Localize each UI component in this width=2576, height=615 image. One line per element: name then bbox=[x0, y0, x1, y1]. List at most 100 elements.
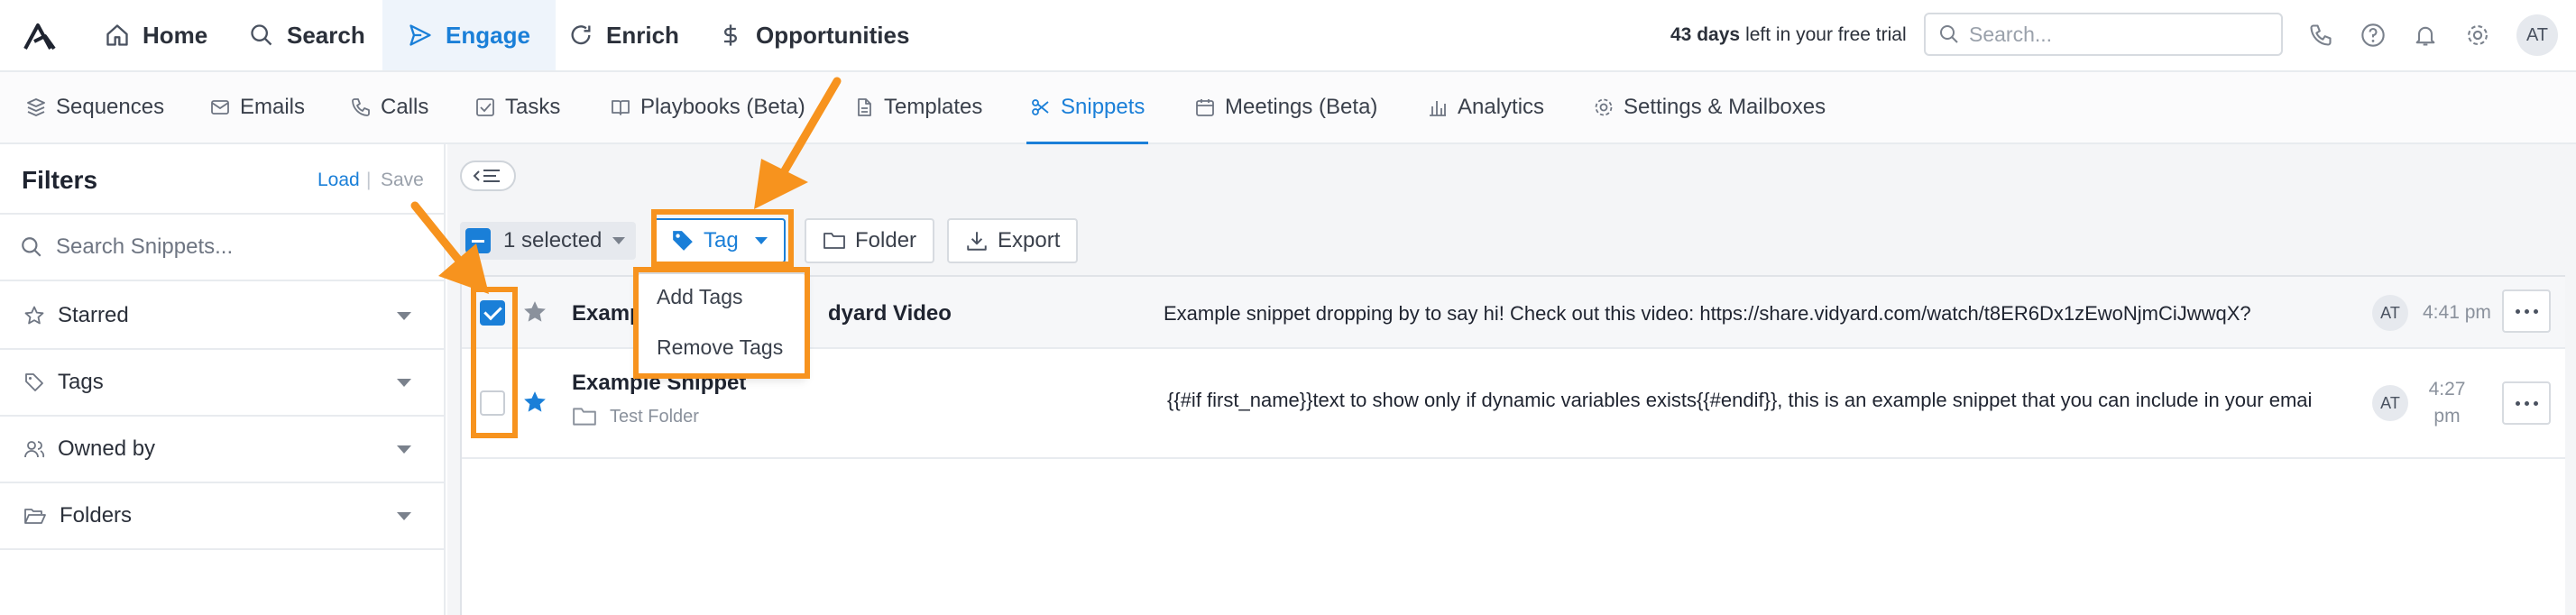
engage-subnav: Sequences Emails Calls Tasks Playbooks (… bbox=[0, 72, 2576, 144]
send-icon bbox=[409, 24, 431, 46]
phone-icon[interactable] bbox=[2305, 20, 2336, 50]
chevron-down-icon bbox=[397, 379, 411, 387]
tab-calls[interactable]: Calls bbox=[350, 72, 428, 142]
nav-engage[interactable]: Engage bbox=[382, 0, 556, 70]
document-icon bbox=[858, 98, 871, 116]
snippets-main: 1 selected Tag Folder Export Examp dyard… bbox=[447, 144, 2576, 615]
gear-icon bbox=[1595, 98, 1613, 116]
scissors-icon bbox=[1032, 99, 1049, 115]
sequences-icon bbox=[27, 98, 45, 116]
chevron-down-icon bbox=[397, 445, 411, 454]
chevron-down-icon bbox=[397, 312, 411, 320]
tab-meetings-label: Meetings (Beta) bbox=[1225, 95, 1378, 119]
tag-button-label: Tag bbox=[704, 228, 739, 252]
tab-sequences[interactable]: Sequences bbox=[25, 72, 164, 142]
tab-snippets[interactable]: Snippets bbox=[1026, 72, 1149, 144]
phone-icon bbox=[352, 98, 370, 116]
snippet-time: 4:41 pm bbox=[2423, 302, 2491, 323]
folder-icon bbox=[823, 233, 845, 249]
nav-enrich-label: Enrich bbox=[606, 21, 679, 49]
snippet-folder[interactable]: Test Folder bbox=[572, 405, 699, 428]
nav-engage-label: Engage bbox=[446, 21, 530, 49]
global-search[interactable] bbox=[1924, 13, 2283, 56]
help-icon[interactable] bbox=[2358, 20, 2388, 50]
filter-folders[interactable]: Folders bbox=[0, 483, 444, 550]
nav-opportunities[interactable]: Opportunities bbox=[718, 0, 909, 70]
folder-open-icon bbox=[24, 509, 46, 524]
filter-starred-label: Starred bbox=[58, 303, 129, 327]
nav-search[interactable]: Search bbox=[249, 0, 365, 70]
user-avatar[interactable]: AT bbox=[2516, 14, 2558, 56]
tab-templates-label: Templates bbox=[884, 95, 983, 119]
tab-snippets-label: Snippets bbox=[1061, 95, 1145, 119]
chevron-down-icon bbox=[754, 237, 768, 244]
filter-tags-label: Tags bbox=[58, 370, 104, 394]
top-navbar: Home Search Engage Enrich Opportunities … bbox=[0, 0, 2576, 72]
search-icon bbox=[1940, 25, 1958, 43]
tab-settings-mailboxes[interactable]: Settings & Mailboxes bbox=[1593, 72, 1826, 142]
snippet-search-input[interactable] bbox=[56, 234, 417, 260]
tab-analytics[interactable]: Analytics bbox=[1427, 72, 1544, 142]
tab-tasks[interactable]: Tasks bbox=[474, 72, 560, 142]
star-icon[interactable] bbox=[521, 389, 548, 416]
row-more-button[interactable] bbox=[2502, 289, 2551, 333]
menu-item-add-tags[interactable]: Add Tags bbox=[657, 285, 742, 309]
row-checkbox[interactable] bbox=[480, 390, 505, 416]
tag-dropdown-menu: Add Tags Remove Tags bbox=[637, 272, 806, 377]
mail-icon bbox=[211, 100, 229, 115]
nav-enrich[interactable]: Enrich bbox=[568, 0, 679, 70]
export-button[interactable]: Export bbox=[947, 218, 1079, 263]
user-icon bbox=[24, 441, 45, 458]
tab-templates[interactable]: Templates bbox=[853, 72, 982, 142]
snippet-name-suffix[interactable]: dyard Video bbox=[828, 301, 952, 326]
row-more-button[interactable] bbox=[2502, 381, 2551, 425]
trial-days: 43 days bbox=[1670, 24, 1741, 45]
folder-icon bbox=[573, 408, 596, 426]
tab-calls-label: Calls bbox=[381, 95, 429, 119]
filter-folders-label: Folders bbox=[60, 503, 133, 528]
calendar-icon bbox=[1196, 99, 1214, 116]
bell-icon[interactable] bbox=[2410, 20, 2441, 50]
selected-count: 1 selected bbox=[503, 228, 603, 252]
owner-avatar: AT bbox=[2372, 295, 2408, 331]
collapse-filters-button[interactable] bbox=[460, 161, 516, 191]
gear-icon[interactable] bbox=[2462, 20, 2493, 50]
snippet-time-line2: pm bbox=[2433, 406, 2461, 427]
refresh-icon bbox=[571, 25, 591, 45]
filter-owned-by-label: Owned by bbox=[58, 436, 156, 461]
tab-playbooks[interactable]: Playbooks (Beta) bbox=[610, 72, 805, 142]
tab-emails-label: Emails bbox=[240, 95, 306, 119]
tag-button[interactable]: Tag bbox=[653, 218, 786, 263]
filter-starred[interactable]: Starred bbox=[0, 283, 444, 350]
save-filters-link[interactable]: Save bbox=[381, 170, 424, 191]
snippet-preview: Example snippet dropping by to say hi! C… bbox=[1164, 302, 2251, 325]
checkbox-icon bbox=[476, 98, 494, 116]
dollar-icon bbox=[724, 24, 737, 46]
folder-button[interactable]: Folder bbox=[805, 218, 935, 263]
star-icon[interactable] bbox=[521, 298, 548, 326]
collapse-left-icon bbox=[473, 170, 500, 182]
nav-home[interactable]: Home bbox=[105, 0, 207, 70]
bulk-select-checkbox[interactable] bbox=[465, 228, 491, 253]
filter-owned-by[interactable]: Owned by bbox=[0, 417, 444, 483]
snippet-search[interactable] bbox=[0, 213, 444, 281]
trial-notice: 43 days left in your free trial bbox=[1670, 0, 1907, 70]
app-logo[interactable] bbox=[22, 18, 58, 54]
tab-emails[interactable]: Emails bbox=[209, 72, 305, 142]
search-icon bbox=[22, 237, 41, 257]
filters-title: Filters bbox=[22, 166, 98, 194]
download-icon bbox=[967, 232, 987, 251]
filter-tags[interactable]: Tags bbox=[0, 350, 444, 417]
star-icon bbox=[24, 306, 44, 325]
nav-search-label: Search bbox=[287, 21, 365, 49]
tab-meetings[interactable]: Meetings (Beta) bbox=[1194, 72, 1377, 142]
snippet-folder-name: Test Folder bbox=[610, 406, 699, 427]
snippet-time: 4:27 pm bbox=[2424, 376, 2470, 430]
nav-opportunities-label: Opportunities bbox=[756, 21, 910, 49]
snippet-name[interactable]: Examp bbox=[572, 301, 643, 326]
row-checkbox[interactable] bbox=[480, 300, 505, 326]
global-search-input[interactable] bbox=[1969, 22, 2267, 47]
load-filters-link[interactable]: Load bbox=[317, 170, 360, 191]
menu-item-remove-tags[interactable]: Remove Tags bbox=[657, 335, 783, 360]
bulk-select-dropdown[interactable]: 1 selected bbox=[460, 222, 637, 260]
